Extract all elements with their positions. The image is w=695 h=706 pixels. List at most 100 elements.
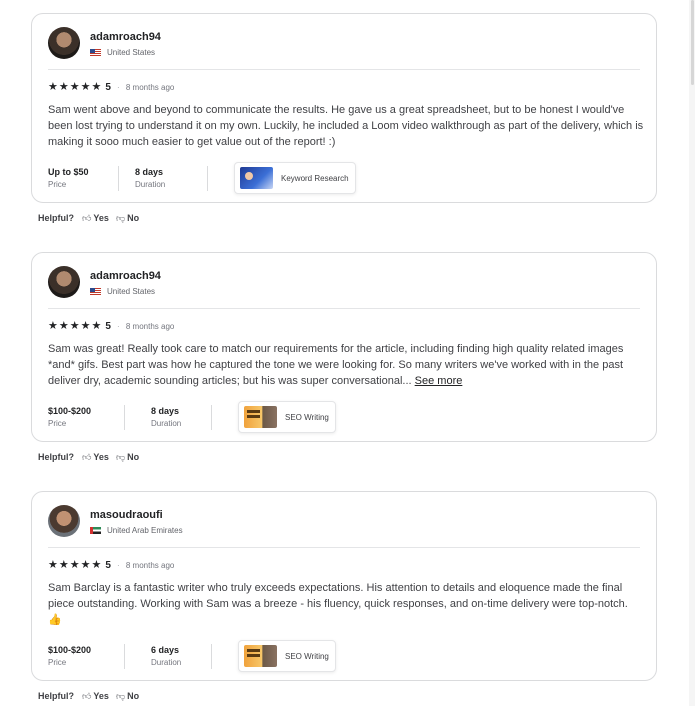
duration-info: 8 days Duration: [151, 405, 211, 429]
helpful-yes-button[interactable]: 👍︎ Yes: [82, 452, 109, 463]
thumbs-down-icon: 👎︎: [115, 212, 126, 223]
country-name: United States: [107, 47, 156, 57]
price-info: $100-$200 Price: [48, 644, 124, 668]
duration-label: Duration: [135, 180, 166, 189]
duration-value: 8 days: [135, 167, 164, 177]
helpful-question: Helpful?: [38, 452, 74, 462]
helpful-row: Helpful? 👍︎ Yes 👎︎ No: [38, 689, 657, 703]
rating-score: 5: [105, 81, 111, 93]
duration-label: Duration: [151, 658, 182, 667]
yes-label: Yes: [93, 213, 109, 223]
avatar[interactable]: [48, 266, 80, 298]
gig-title: SEO Writing: [285, 412, 329, 422]
reviewer-username[interactable]: adamroach94: [90, 269, 161, 283]
meta-divider: [207, 165, 208, 191]
us-flag-icon: [90, 48, 101, 56]
no-label: No: [127, 691, 140, 701]
thumbs-down-icon: 👎︎: [115, 690, 126, 701]
helpful-no-button[interactable]: 👎︎ No: [116, 691, 139, 702]
order-meta: Up to $50 Price 8 days Duration Keyword …: [48, 159, 640, 197]
duration-info: 6 days Duration: [151, 644, 211, 668]
helpful-row: Helpful? 👍︎ Yes 👎︎ No: [38, 211, 657, 225]
helpful-question: Helpful?: [38, 691, 74, 701]
country-name: United Arab Emirates: [107, 525, 183, 535]
review-card: masoudraoufi United Arab Emirates ★★★★★ …: [31, 491, 657, 681]
order-meta: $100-$200 Price 6 days Duration SEO Writ…: [48, 637, 640, 675]
star-rating-icon: ★★★★★: [48, 558, 103, 571]
review-text: Sam went above and beyond to communicate…: [48, 102, 644, 150]
country-name: United States: [107, 286, 156, 296]
price-info: $100-$200 Price: [48, 405, 124, 429]
helpful-yes-button[interactable]: 👍︎ Yes: [82, 691, 109, 702]
gig-chip[interactable]: SEO Writing: [238, 640, 336, 672]
divider: [48, 69, 640, 70]
reviewer-country: United Arab Emirates: [90, 526, 183, 535]
no-label: No: [127, 213, 140, 223]
price-label: Price: [48, 180, 67, 189]
gig-thumbnail: [244, 645, 277, 667]
avatar[interactable]: [48, 505, 80, 537]
gig-thumbnail: [244, 406, 277, 428]
reviewer-username[interactable]: masoudraoufi: [90, 508, 183, 522]
review-card: adamroach94 United States ★★★★★ 5 · 8 mo…: [31, 13, 657, 203]
uae-flag-icon: [90, 526, 101, 534]
reviewer-header: adamroach94 United States: [48, 26, 640, 60]
duration-info: 8 days Duration: [135, 166, 207, 190]
helpful-no-button[interactable]: 👎︎ No: [116, 452, 139, 463]
reviewer-username[interactable]: adamroach94: [90, 30, 161, 44]
price-value: $100-$200: [48, 406, 92, 416]
review-time: 8 months ago: [125, 321, 175, 331]
meta-divider: [124, 404, 125, 430]
rating-score: 5: [105, 559, 111, 571]
scrollbar-track[interactable]: [689, 0, 695, 706]
thumbs-up-icon: 👍︎: [82, 690, 92, 701]
reviewer-header: masoudraoufi United Arab Emirates: [48, 504, 640, 538]
scrollbar-thumb[interactable]: [691, 0, 694, 85]
divider: [48, 547, 640, 548]
price-info: Up to $50 Price: [48, 166, 118, 190]
duration-value: 6 days: [151, 645, 180, 655]
review-item: masoudraoufi United Arab Emirates ★★★★★ …: [31, 491, 657, 703]
no-label: No: [127, 452, 140, 462]
rating-row: ★★★★★ 5 · 8 months ago: [48, 557, 640, 573]
review-time: 8 months ago: [125, 82, 175, 92]
gig-title: Keyword Research: [281, 173, 349, 183]
reviewer-header: adamroach94 United States: [48, 265, 640, 299]
review-text: Sam Barclay is a fantastic writer who tr…: [48, 580, 644, 628]
review-item: adamroach94 United States ★★★★★ 5 · 8 mo…: [31, 13, 657, 225]
avatar[interactable]: [48, 27, 80, 59]
price-value: Up to $50: [48, 167, 89, 177]
helpful-question: Helpful?: [38, 213, 74, 223]
gig-chip[interactable]: Keyword Research: [234, 162, 356, 194]
gig-chip[interactable]: SEO Writing: [238, 401, 336, 433]
duration-label: Duration: [151, 419, 182, 428]
rating-row: ★★★★★ 5 · 8 months ago: [48, 318, 640, 334]
divider: [48, 308, 640, 309]
duration-value: 8 days: [151, 406, 180, 416]
review-body: Sam was great! Really took care to match…: [48, 343, 624, 387]
price-value: $100-$200: [48, 645, 92, 655]
us-flag-icon: [90, 287, 101, 295]
review-time: 8 months ago: [125, 560, 175, 570]
meta-divider: [211, 643, 212, 669]
helpful-yes-button[interactable]: 👍︎ Yes: [82, 213, 109, 224]
meta-divider: [211, 404, 212, 430]
dot-separator: ·: [116, 82, 120, 92]
dot-separator: ·: [116, 321, 120, 331]
rating-score: 5: [105, 320, 111, 332]
reviewer-info: masoudraoufi United Arab Emirates: [90, 508, 183, 535]
helpful-no-button[interactable]: 👎︎ No: [116, 213, 139, 224]
review-body: Sam went above and beyond to communicate…: [48, 104, 644, 148]
review-body: Sam Barclay is a fantastic writer who tr…: [48, 582, 628, 626]
star-rating-icon: ★★★★★: [48, 80, 103, 93]
thumbs-down-icon: 👎︎: [115, 451, 126, 462]
yes-label: Yes: [93, 452, 109, 462]
review-item: adamroach94 United States ★★★★★ 5 · 8 mo…: [31, 252, 657, 464]
price-label: Price: [48, 419, 67, 428]
thumbs-up-icon: 👍︎: [82, 212, 92, 223]
meta-divider: [118, 165, 119, 191]
order-meta: $100-$200 Price 8 days Duration SEO Writ…: [48, 398, 640, 436]
reviewer-info: adamroach94 United States: [90, 30, 161, 57]
review-text: Sam was great! Really took care to match…: [48, 341, 644, 389]
see-more-link[interactable]: See more: [415, 375, 463, 387]
